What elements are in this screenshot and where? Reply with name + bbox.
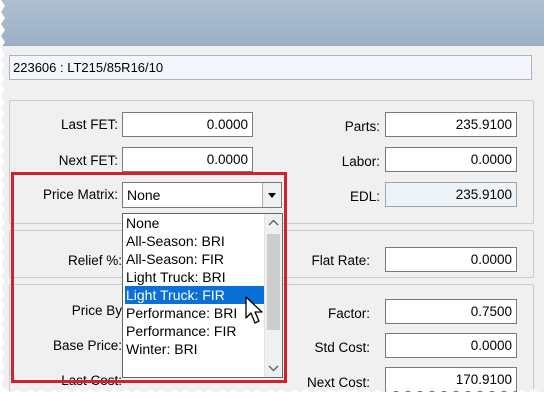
price-matrix-selected: None	[127, 187, 161, 203]
dropdown-option-performance-fir[interactable]: Performance: FIR	[125, 322, 264, 340]
last-fet-input[interactable]: 0.0000	[122, 112, 253, 137]
std-cost-input[interactable]: 0.0000	[385, 333, 517, 358]
flat-rate-label: Flat Rate:	[311, 253, 370, 268]
item-path-field: 223606 : LT215/85R16/10	[9, 55, 532, 80]
price-matrix-label: Price Matrix:	[42, 187, 118, 202]
parts-label: Parts:	[344, 119, 380, 134]
dropdown-option-winter-bri[interactable]: Winter: BRI	[125, 340, 264, 358]
scroll-down-arrow-icon[interactable]	[265, 359, 282, 377]
dropdown-option-light-truck-fir[interactable]: Light Truck: FIR	[125, 286, 264, 304]
factor-input[interactable]: 0.7500	[385, 299, 517, 324]
dropdown-option-performance-bri[interactable]: Performance: BRI	[125, 304, 264, 322]
scrollbar-thumb[interactable]	[267, 234, 280, 330]
torn-edge-left	[0, 0, 5, 396]
dropdown-option-all-season-fir[interactable]: All-Season: FIR	[125, 250, 264, 268]
dropdown-option-none[interactable]: None	[125, 214, 264, 232]
factor-label: Factor:	[327, 306, 370, 321]
last-fet-label: Last FET:	[60, 117, 118, 132]
flat-rate-input[interactable]: 0.0000	[385, 247, 517, 272]
torn-edge-bottom	[0, 389, 544, 396]
std-cost-label: Std Cost:	[314, 340, 370, 355]
chevron-down-icon	[268, 193, 276, 198]
edl-field: 235.9100	[385, 182, 517, 207]
window-titlebar	[0, 0, 544, 46]
next-fet-input[interactable]: 0.0000	[122, 147, 253, 172]
dropdown-option-light-truck-bri[interactable]: Light Truck: BRI	[125, 268, 264, 286]
labor-input[interactable]: 0.0000	[385, 147, 517, 172]
parts-input[interactable]: 235.9100	[385, 112, 517, 137]
edl-label: EDL:	[349, 189, 380, 204]
labor-label: Labor:	[341, 154, 380, 169]
price-matrix-combobox[interactable]: None	[122, 182, 282, 208]
price-matrix-dropdown-button[interactable]	[262, 183, 281, 207]
mouse-pointer-icon	[245, 296, 263, 324]
next-fet-label: Next FET:	[58, 153, 118, 168]
screenshot: 223606 : LT215/85R16/10 Last FET: 0.0000…	[0, 0, 544, 396]
dropdown-option-all-season-bri[interactable]: All-Season: BRI	[125, 232, 264, 250]
scroll-up-arrow-icon[interactable]	[265, 214, 282, 232]
